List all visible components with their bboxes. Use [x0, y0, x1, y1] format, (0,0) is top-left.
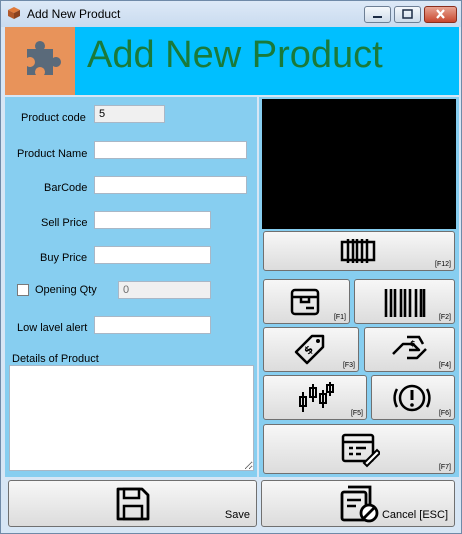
- candlestick-icon: [299, 382, 334, 412]
- f6-button[interactable]: [F6]: [371, 375, 455, 420]
- f7-key-hint: [F7]: [438, 464, 451, 471]
- buy-price-input[interactable]: [94, 246, 211, 264]
- low-level-alert-label: Low lavel alert: [17, 322, 88, 334]
- box-icon: [290, 288, 320, 316]
- opening-qty-label: Opening Qty: [35, 284, 97, 296]
- f1-key-hint: [F1]: [333, 314, 346, 321]
- cancel-label: Cancel [ESC]: [381, 509, 448, 521]
- title-bar[interactable]: Add New Product: [1, 1, 461, 27]
- minimize-button[interactable]: [364, 6, 391, 23]
- opening-qty-input[interactable]: [118, 281, 211, 299]
- f7-button[interactable]: [F7]: [263, 424, 455, 474]
- banner-icon-tile: [5, 27, 75, 95]
- barcode-scan-button[interactable]: [F12]: [263, 231, 455, 271]
- details-textarea[interactable]: [9, 365, 254, 471]
- f2-key-hint: [F2]: [438, 314, 451, 321]
- svg-text:$: $: [410, 339, 416, 348]
- product-name-label: Product Name: [17, 148, 88, 160]
- product-name-input[interactable]: [94, 141, 247, 159]
- barcode-icon: [384, 289, 426, 317]
- sell-price-input[interactable]: [94, 211, 211, 229]
- f5-key-hint: [F5]: [350, 410, 363, 417]
- alert-icon: [393, 384, 431, 412]
- sell-price-label: Sell Price: [41, 217, 88, 229]
- puzzle-icon: [27, 41, 62, 75]
- close-icon: [436, 9, 445, 19]
- page-title: Add New Product: [87, 34, 383, 76]
- maximize-button[interactable]: [394, 6, 421, 23]
- f4-key-hint: [F4]: [438, 362, 451, 369]
- form-edit-icon: [341, 433, 380, 468]
- barcode-label: BarCode: [44, 182, 88, 194]
- maximize-icon: [402, 9, 413, 19]
- product-code-input[interactable]: [94, 105, 165, 123]
- save-label: Save: [224, 509, 250, 521]
- cube-icon: [7, 6, 21, 20]
- cancel-button[interactable]: Cancel [ESC]: [261, 480, 455, 527]
- f6-key-hint: [F6]: [438, 410, 451, 417]
- save-icon: [116, 487, 150, 521]
- add-product-window: Add New Product Add New Product Product …: [0, 0, 462, 534]
- cancel-document-icon: [340, 485, 379, 523]
- f3-button[interactable]: $ [F3]: [263, 327, 359, 372]
- f4-button[interactable]: $ [F4]: [364, 327, 455, 372]
- f5-button[interactable]: [F5]: [263, 375, 367, 420]
- minimize-icon: [373, 16, 382, 18]
- close-button[interactable]: [424, 6, 457, 23]
- window-title: Add New Product: [27, 7, 121, 21]
- save-button[interactable]: Save: [8, 480, 257, 527]
- barcode-preview: [262, 99, 456, 229]
- low-level-alert-input[interactable]: [94, 316, 211, 334]
- hand-money-icon: $: [392, 335, 427, 360]
- product-code-label: Product code: [21, 112, 86, 124]
- header-banner: Add New Product: [5, 27, 459, 95]
- buy-price-label: Buy Price: [40, 252, 88, 264]
- details-label: Details of Product: [12, 353, 99, 365]
- opening-qty-checkbox[interactable]: [17, 284, 29, 296]
- f3-key-hint: [F3]: [342, 362, 355, 369]
- f12-key-hint: [F12]: [435, 261, 451, 268]
- barcode-input[interactable]: [94, 176, 247, 194]
- f1-button[interactable]: [F1]: [263, 279, 350, 324]
- price-tag-icon: $: [294, 334, 325, 365]
- barcode-scanner-icon: [340, 239, 376, 263]
- f2-button[interactable]: [F2]: [354, 279, 455, 324]
